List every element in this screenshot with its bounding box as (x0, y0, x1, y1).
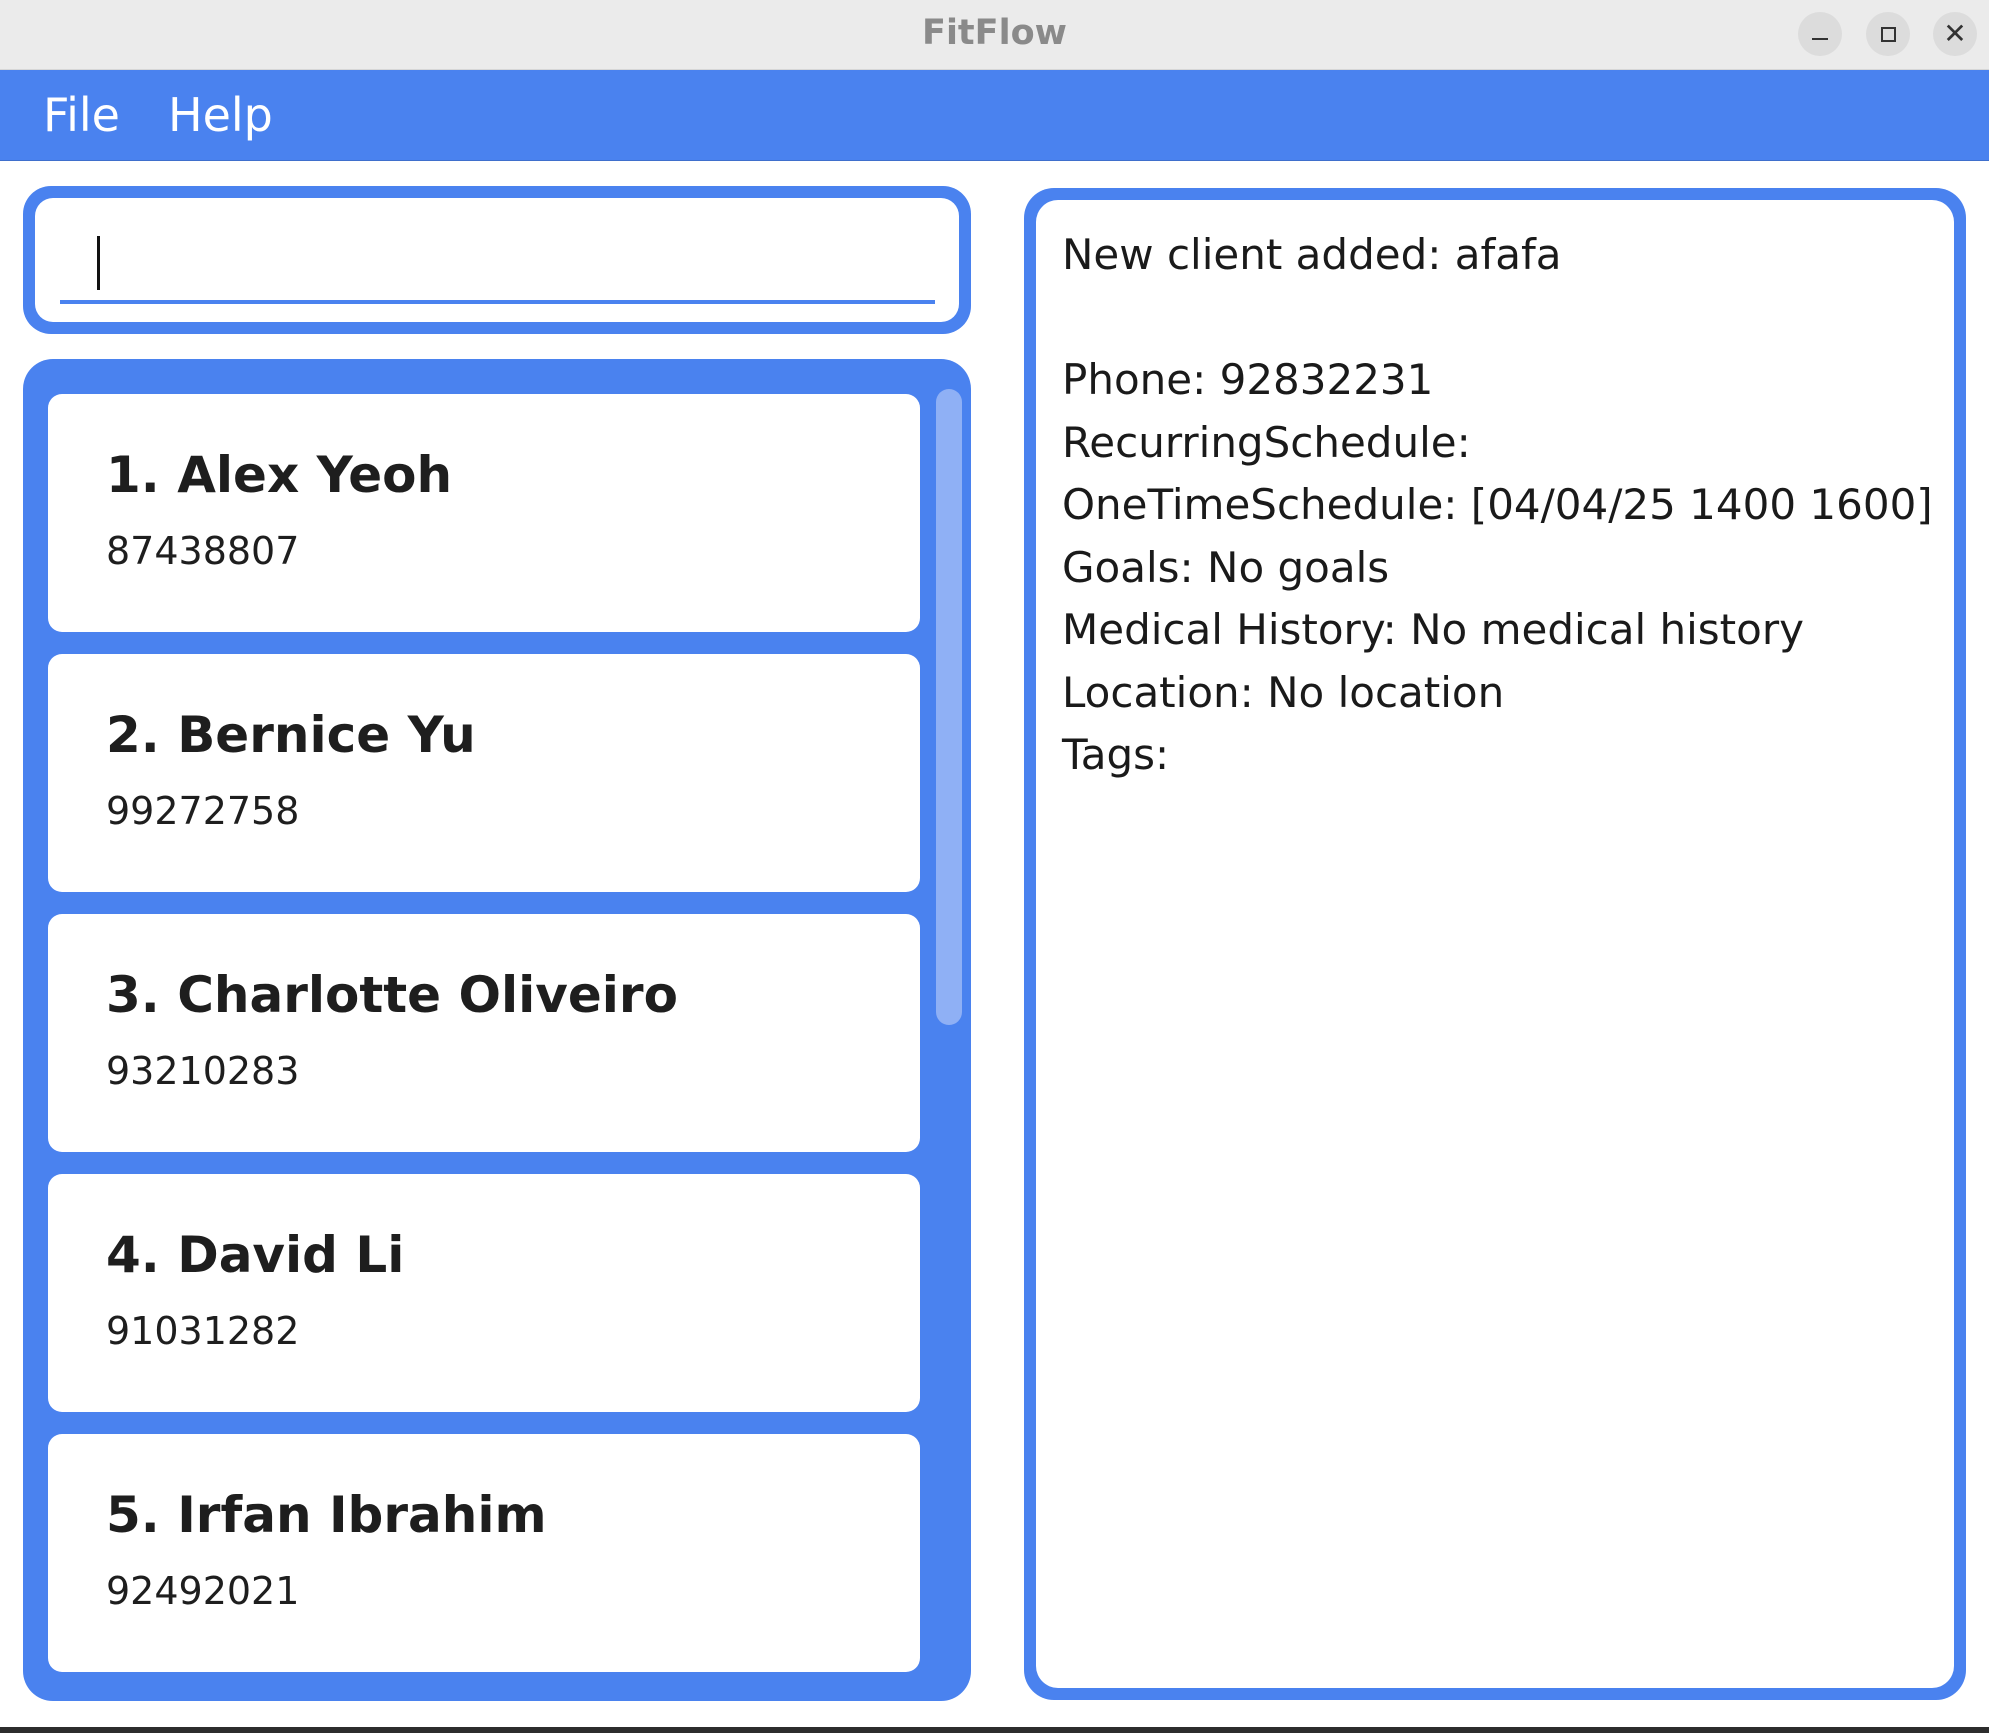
result-text: New client added: afafa Phone: 92832231 … (1062, 230, 1933, 779)
client-card[interactable]: 3. Charlotte Oliveiro 93210283 (48, 914, 920, 1152)
client-name: 5. Irfan Ibrahim (106, 1486, 547, 1544)
minimize-button[interactable] (1798, 12, 1842, 56)
client-card[interactable]: 2. Bernice Yu 99272758 (48, 654, 920, 892)
result-display-inner[interactable]: New client added: afafa Phone: 92832231 … (1036, 200, 1954, 1688)
menu-file[interactable]: File (43, 70, 120, 161)
result-display: New client added: afafa Phone: 92832231 … (1024, 188, 1966, 1700)
close-button[interactable]: ✕ (1933, 12, 1977, 56)
client-card[interactable]: 1. Alex Yeoh 87438807 (48, 394, 920, 632)
menu-bar: File Help (0, 70, 1989, 161)
scrollbar-thumb[interactable] (936, 389, 962, 1025)
maximize-icon (1880, 26, 1896, 42)
menu-help[interactable]: Help (168, 70, 273, 161)
close-icon: ✕ (1943, 17, 1967, 50)
client-phone: 92492021 (106, 1569, 300, 1613)
bottom-edge (0, 1727, 1989, 1733)
client-card[interactable]: 5. Irfan Ibrahim 92492021 (48, 1434, 920, 1672)
command-input[interactable] (60, 208, 935, 304)
client-name: 2. Bernice Yu (106, 706, 476, 764)
client-card[interactable]: 4. David Li 91031282 (48, 1174, 920, 1412)
command-box (23, 186, 971, 334)
client-list-panel[interactable]: 1. Alex Yeoh 87438807 2. Bernice Yu 9927… (23, 359, 971, 1701)
client-name: 1. Alex Yeoh (106, 446, 453, 504)
client-phone: 99272758 (106, 789, 300, 833)
client-name: 4. David Li (106, 1226, 405, 1284)
client-phone: 87438807 (106, 529, 300, 573)
app-window: FitFlow ✕ File Help 1. Alex Yeoh 8743880… (0, 0, 1989, 1733)
text-caret (97, 236, 100, 290)
maximize-button[interactable] (1866, 12, 1910, 56)
minimize-icon (1812, 38, 1828, 40)
client-phone: 91031282 (106, 1309, 300, 1353)
client-name: 3. Charlotte Oliveiro (106, 966, 678, 1024)
title-bar[interactable]: FitFlow ✕ (0, 0, 1989, 70)
command-box-inner (35, 198, 959, 322)
window-title: FitFlow (922, 13, 1067, 53)
client-phone: 93210283 (106, 1049, 300, 1093)
